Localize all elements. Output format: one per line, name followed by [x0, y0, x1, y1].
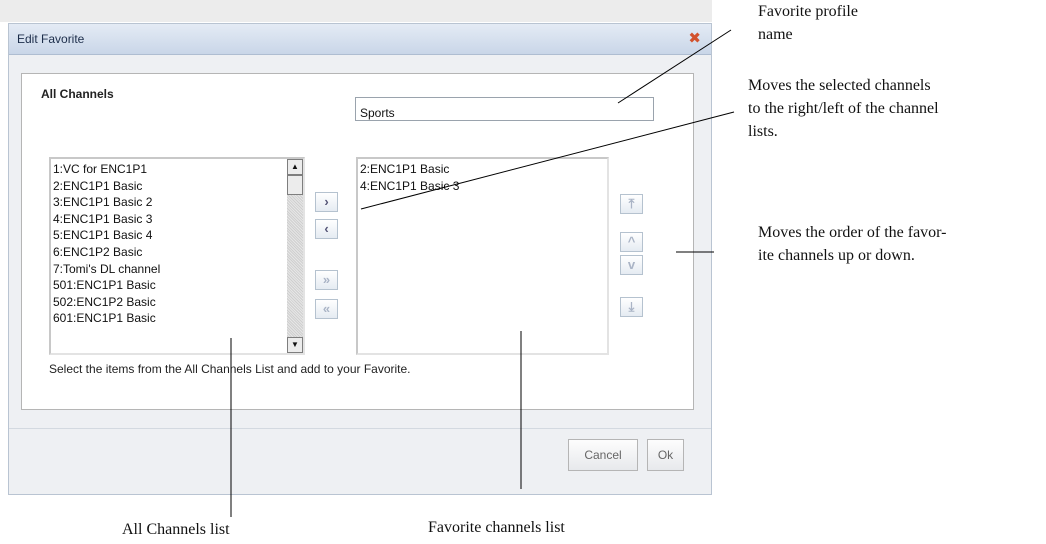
- callout-profile-name-line2: name: [758, 26, 793, 43]
- channel-list-item[interactable]: 501:ENC1P1 Basic: [53, 277, 160, 294]
- move-left-button[interactable]: ‹: [315, 219, 338, 239]
- channel-list-item[interactable]: 3:ENC1P1 Basic 2: [53, 194, 160, 211]
- move-top-button[interactable]: ⤒: [620, 194, 643, 214]
- callout-profile-name-line1: Favorite profile: [758, 3, 858, 20]
- scroll-down-icon[interactable]: ▼: [287, 337, 303, 353]
- favorite-list-item[interactable]: 4:ENC1P1 Basic 3: [360, 178, 459, 195]
- channel-list-item[interactable]: 6:ENC1P2 Basic: [53, 244, 160, 261]
- callout-order: Moves the order of the favor- ite channe…: [758, 221, 947, 267]
- callout-move-line3: lists.: [748, 123, 778, 140]
- favorite-channels-items: 2:ENC1P1 Basic 4:ENC1P1 Basic 3: [360, 161, 459, 194]
- all-channels-scrollbar[interactable]: ▲ ▼: [287, 159, 303, 353]
- channel-list-item[interactable]: 4:ENC1P1 Basic 3: [53, 211, 160, 228]
- channel-list-item[interactable]: 7:Tomi's DL channel: [53, 261, 160, 278]
- edit-favorite-dialog: Edit Favorite ✖ All Channels 1:VC for EN…: [8, 23, 712, 495]
- channel-list-item[interactable]: 2:ENC1P1 Basic: [53, 178, 160, 195]
- callout-move-line2: to the right/left of the channel: [748, 100, 939, 117]
- callout-profile-name: Favorite profile name: [758, 0, 858, 46]
- instruction-text: Select the items from the All Channels L…: [49, 362, 411, 376]
- profile-name-input[interactable]: [355, 97, 654, 121]
- ok-button[interactable]: Ok: [647, 439, 684, 471]
- move-up-button[interactable]: ^: [620, 232, 643, 252]
- callout-move: Moves the selected channels to the right…: [748, 74, 939, 143]
- channel-list-item[interactable]: 1:VC for ENC1P1: [53, 161, 160, 178]
- favorite-channels-list[interactable]: 2:ENC1P1 Basic 4:ENC1P1 Basic 3: [356, 157, 609, 355]
- all-channels-items: 1:VC for ENC1P1 2:ENC1P1 Basic 3:ENC1P1 Ba…: [53, 161, 160, 327]
- callout-move-line1: Moves the selected channels: [748, 77, 931, 94]
- favorite-list-item[interactable]: 2:ENC1P1 Basic: [360, 161, 459, 178]
- move-all-right-button[interactable]: »: [315, 270, 338, 290]
- callout-order-line1: Moves the order of the favor-: [758, 224, 947, 241]
- scroll-thumb[interactable]: [287, 175, 303, 195]
- close-icon[interactable]: ✖: [688, 29, 701, 47]
- callout-all-list: All Channels list: [122, 521, 230, 538]
- dialog-titlebar: Edit Favorite ✖: [9, 24, 711, 55]
- channel-list-item[interactable]: 502:ENC1P2 Basic: [53, 294, 160, 311]
- channel-list-item[interactable]: 601:ENC1P1 Basic: [53, 310, 160, 327]
- callout-order-line2: ite channels up or down.: [758, 247, 915, 264]
- move-bottom-button[interactable]: ⤓: [620, 297, 643, 317]
- move-all-left-button[interactable]: «: [315, 299, 338, 319]
- scroll-up-icon[interactable]: ▲: [287, 159, 303, 175]
- cancel-button[interactable]: Cancel: [568, 439, 638, 471]
- move-down-button[interactable]: v: [620, 255, 643, 275]
- move-right-button[interactable]: ›: [315, 192, 338, 212]
- channel-list-item[interactable]: 5:ENC1P1 Basic 4: [53, 227, 160, 244]
- all-channels-list[interactable]: 1:VC for ENC1P1 2:ENC1P1 Basic 3:ENC1P1 Ba…: [49, 157, 305, 355]
- callout-fav-list: Favorite channels list: [428, 519, 565, 536]
- footer-divider: [9, 428, 711, 429]
- top-strip: [0, 0, 712, 22]
- dialog-title: Edit Favorite: [17, 32, 85, 46]
- channel-panel: All Channels 1:VC for ENC1P12:ENC1P1 Bas…: [21, 73, 694, 410]
- section-title: All Channels: [41, 87, 114, 101]
